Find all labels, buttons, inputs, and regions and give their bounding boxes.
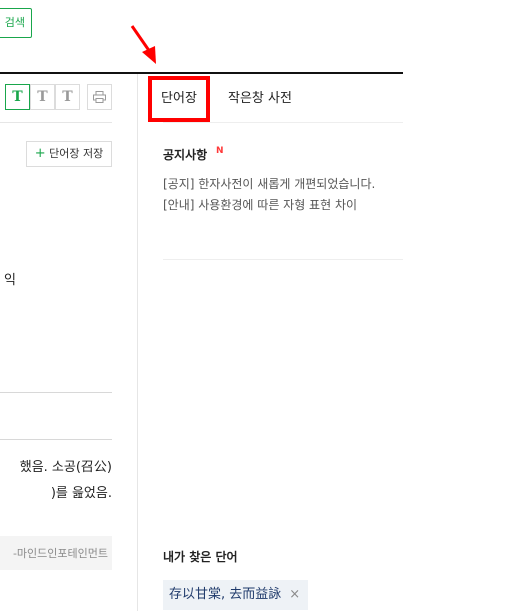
notice-title[interactable]: 공지사항 (163, 146, 207, 163)
notice-divider (163, 259, 403, 260)
copyright-text: -마인드인포테인먼트 (12, 547, 108, 560)
font-size-medium-button[interactable]: T (30, 84, 55, 110)
tab-wordbook[interactable]: 단어장 (148, 76, 210, 122)
side-tabs: 단어장 작은창 사전 (148, 76, 403, 122)
header-divider (0, 72, 403, 74)
print-icon (93, 91, 106, 103)
section-divider (0, 392, 112, 393)
notice-item[interactable]: [안내] 사용환경에 따른 자형 표현 차이 (163, 196, 357, 213)
panel-divider (137, 74, 138, 611)
copyright-bar: -마인드인포테인먼트 (0, 536, 112, 570)
search-button[interactable]: 검색 (0, 8, 32, 38)
font-size-small-button[interactable]: T (55, 84, 80, 110)
plus-icon: + (34, 146, 46, 161)
tab-small-window-dictionary[interactable]: 작은창 사전 (228, 76, 292, 122)
explanation-line: 했음. 소공(召公) (19, 460, 112, 475)
explanation-text: 했음. 소공(召公) )를 읊었음. (0, 440, 112, 510)
save-to-wordbook-button[interactable]: + 단어장 저장 (26, 141, 112, 167)
print-button[interactable] (87, 84, 112, 110)
found-words-title: 내가 찾은 단어 (163, 550, 238, 564)
found-word-text[interactable]: 存以甘棠, 去而益詠 (169, 587, 281, 602)
save-to-wordbook-label: 단어장 저장 (49, 147, 104, 160)
notice-item[interactable]: [공지] 한자사전이 새롭게 개편되었습니다. (163, 175, 375, 192)
explanation-line: )를 읊었음. (50, 486, 112, 501)
toolbar-divider (0, 122, 112, 123)
found-word-chip[interactable]: 存以甘棠, 去而益詠 × (163, 580, 309, 610)
definition-fragment: 익 (4, 273, 16, 288)
font-size-large-button[interactable]: T (5, 84, 30, 110)
close-icon[interactable]: × (289, 587, 300, 602)
new-badge: N (216, 146, 224, 156)
tabs-divider (163, 122, 403, 123)
red-arrow-icon (130, 25, 156, 64)
